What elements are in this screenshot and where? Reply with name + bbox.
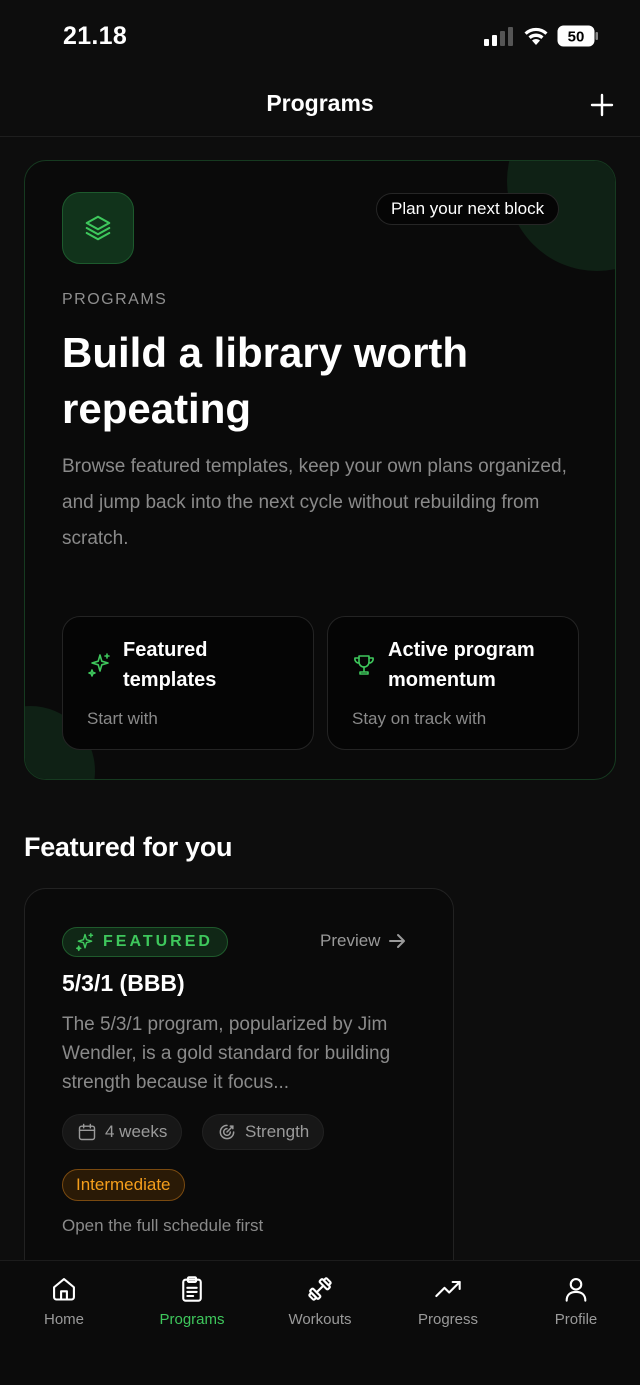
active-program-card[interactable]: Active program momentum Stay on track wi… [327, 616, 579, 750]
tab-profile[interactable]: Profile [512, 1275, 640, 1345]
bottom-tab-bar: Home Programs Workouts Progress Profile [0, 1260, 640, 1385]
active-program-subtitle: Stay on track with [352, 709, 487, 728]
tab-home[interactable]: Home [0, 1275, 128, 1345]
wifi-icon [524, 27, 548, 45]
plan-next-block-pill[interactable]: Plan your next block [376, 193, 560, 225]
layers-icon [62, 192, 134, 264]
dumbbell-icon [308, 1277, 332, 1301]
program-card[interactable]: FEATURED Preview 5/3/1 (BBB) The 5/3/1 p… [24, 888, 454, 1288]
calendar-icon [78, 1123, 96, 1141]
tab-progress[interactable]: Progress [384, 1275, 512, 1345]
arrow-right-icon [389, 934, 406, 948]
featured-badge: FEATURED [62, 927, 228, 957]
tab-home-label: Home [43, 1311, 84, 1328]
featured-section-title: Featured for you [24, 832, 233, 862]
goal-label: Strength [245, 1122, 310, 1141]
featured-templates-card[interactable]: Featured templates Start with [62, 616, 314, 750]
clipboard-icon [182, 1276, 202, 1302]
programs-hero-card: Plan your next block PROGRAMS Build a li… [24, 160, 616, 780]
tab-workouts[interactable]: Workouts [256, 1275, 384, 1345]
tab-workouts-label: Workouts [288, 1311, 352, 1328]
navigation-header: Programs [0, 76, 640, 137]
tab-programs[interactable]: Programs [128, 1275, 256, 1345]
preview-link[interactable]: Preview [320, 931, 406, 951]
featured-templates-subtitle: Start with [87, 709, 158, 728]
trending-up-icon [435, 1280, 461, 1298]
target-icon [219, 1124, 235, 1140]
preview-label: Preview [320, 931, 381, 950]
sparkles-icon [75, 932, 94, 952]
tab-programs-label: Programs [159, 1311, 225, 1328]
sparkles-icon [88, 653, 110, 677]
duration-label: 4 weeks [105, 1122, 168, 1141]
trophy-icon [354, 655, 374, 675]
program-name: 5/3/1 (BBB) [62, 970, 185, 996]
status-bar: 21.18 50 [0, 0, 640, 76]
add-program-button[interactable] [589, 92, 615, 118]
page-title: Programs [266, 90, 374, 116]
featured-badge-label: FEATURED [103, 933, 213, 950]
status-time: 21.18 [63, 22, 128, 50]
tab-profile-label: Profile [554, 1311, 598, 1328]
program-footer-text: Open the full schedule first [62, 1216, 264, 1235]
active-program-title: Active program momentum [388, 639, 535, 691]
home-icon [53, 1278, 75, 1301]
battery-icon: 50 [557, 25, 598, 47]
hero-title: Build a library worth repeating [62, 329, 469, 432]
goal-chip: Strength [202, 1114, 325, 1150]
user-icon [565, 1278, 587, 1302]
battery-level: 50 [568, 29, 585, 46]
cellular-signal-icon [484, 27, 513, 46]
featured-templates-title: Featured templates [123, 639, 217, 691]
duration-chip: 4 weeks [62, 1114, 183, 1150]
hero-description: Browse featured templates, keep your own… [62, 456, 567, 549]
tab-progress-label: Progress [417, 1311, 479, 1328]
program-description: The 5/3/1 program, popularized by Jim We… [62, 1014, 391, 1093]
level-badge: Intermediate [62, 1169, 185, 1201]
hero-eyebrow: PROGRAMS [62, 291, 168, 308]
